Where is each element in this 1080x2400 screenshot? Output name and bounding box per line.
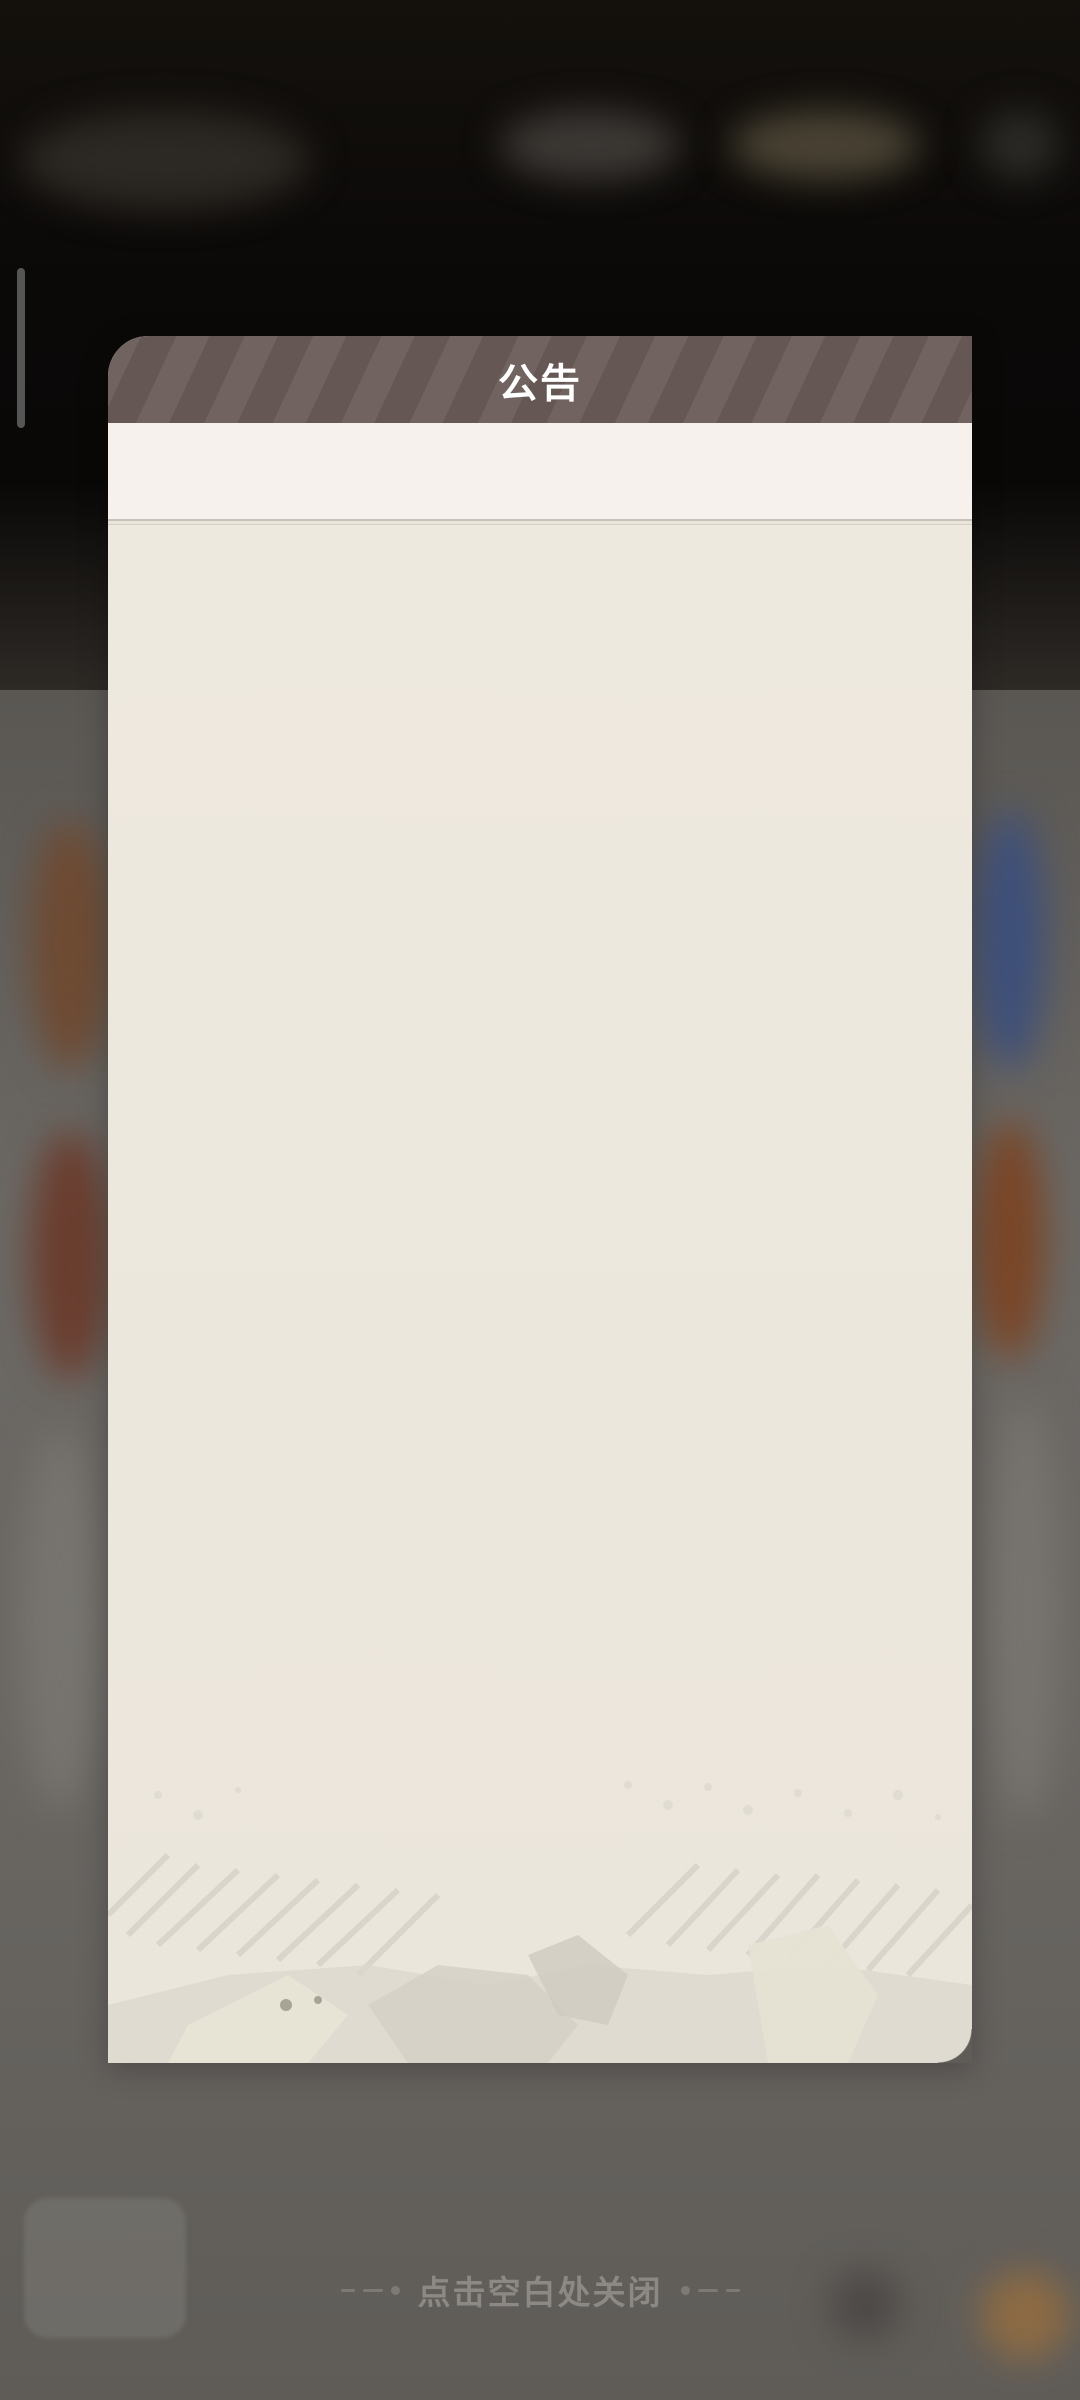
blurred-logo	[20, 110, 310, 210]
blurred-resource-1	[500, 110, 680, 180]
decorative-watermark-art	[108, 1781, 972, 2063]
hint-decoration-right	[680, 2285, 740, 2295]
modal-corner	[938, 2029, 972, 2063]
blurred-card-right-2	[975, 1120, 1045, 1360]
blurred-card-left-1	[30, 820, 110, 1070]
blurred-resource-2	[730, 110, 920, 180]
scroll-indicator	[17, 268, 25, 428]
announcement-modal: 公告	[108, 336, 972, 2063]
blurred-card-left-2	[30, 1130, 110, 1380]
close-hint-text: 点击空白处关闭	[417, 2273, 663, 2312]
hint-decoration-left	[340, 2285, 400, 2295]
blurred-card-right-1	[975, 810, 1045, 1070]
blurred-panel-left	[20, 1430, 100, 1810]
close-hint[interactable]: 点击空白处关闭	[0, 2265, 1080, 2315]
announcement-tab-bar	[108, 423, 972, 519]
blurred-resource-3	[980, 110, 1060, 180]
blurred-panel-right	[990, 1400, 1060, 1820]
modal-header: 公告	[108, 336, 972, 423]
modal-title: 公告	[498, 360, 582, 407]
announcement-content[interactable]	[108, 525, 972, 2063]
